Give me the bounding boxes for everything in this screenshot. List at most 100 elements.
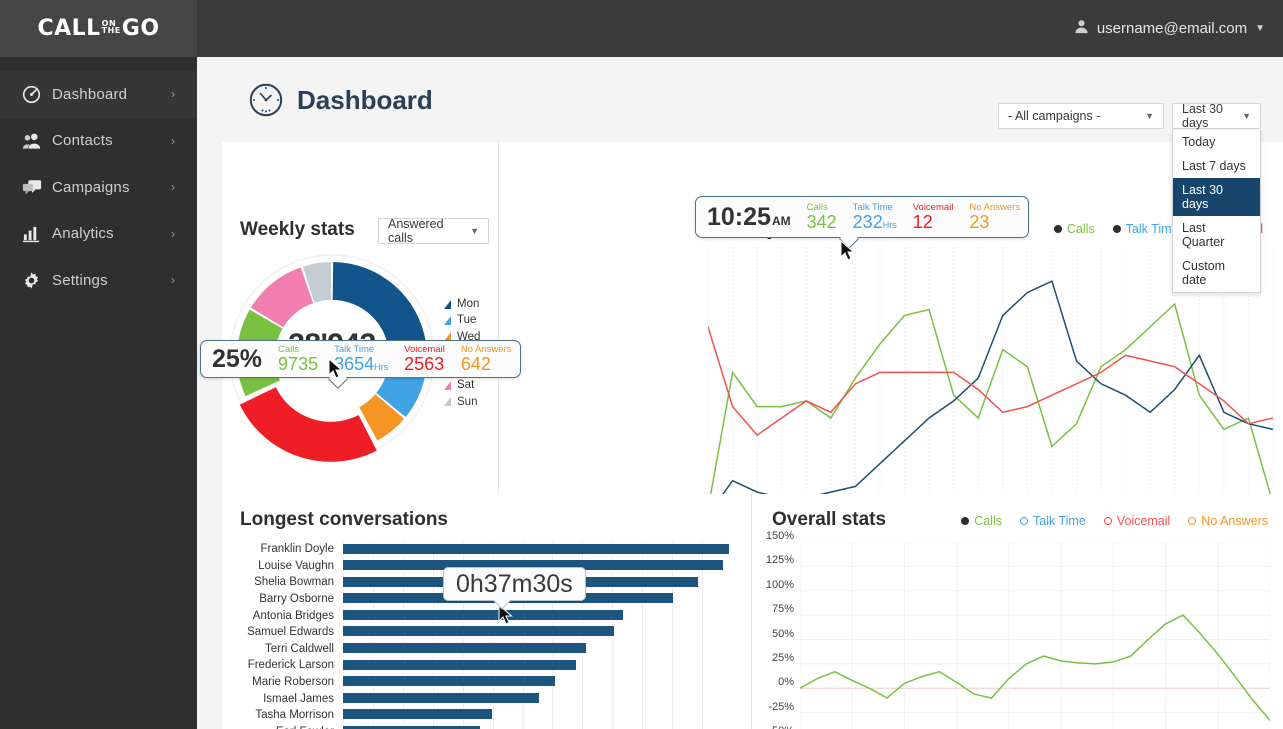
campaign-select[interactable]: - All campaigns - ▼ bbox=[998, 103, 1164, 129]
bar-track bbox=[343, 607, 735, 624]
legend-item[interactable]: Voicemail bbox=[1103, 514, 1171, 528]
overall-legend[interactable]: Calls Talk Time Voicemail No Answers bbox=[961, 514, 1268, 528]
bar-track bbox=[343, 541, 735, 558]
bar-row[interactable]: Ismael James bbox=[240, 690, 735, 707]
overall-y-axis: 150% 125% 100% 75% 50% 25% 0% -25% -50% bbox=[752, 530, 800, 729]
bar-label: Marie Roberson bbox=[252, 676, 334, 689]
legend-label: No Answers bbox=[1201, 514, 1268, 528]
mouse-cursor-icon bbox=[328, 357, 344, 385]
weekly-legend-item[interactable]: Sat bbox=[444, 377, 480, 393]
bar-fill[interactable] bbox=[343, 543, 729, 554]
series-line-talk-time bbox=[707, 280, 1274, 516]
weekly-legend-item[interactable]: Mon bbox=[444, 296, 480, 312]
weekly-legend-label: Tue bbox=[457, 314, 477, 327]
weekly-legend-label: Mon bbox=[457, 298, 480, 310]
bar-label: Franklin Doyle bbox=[260, 543, 335, 556]
bar-fill[interactable] bbox=[343, 709, 493, 720]
overall-svg bbox=[799, 541, 1271, 729]
bar-label: Terri Caldwell bbox=[264, 642, 334, 655]
bar-fill[interactable] bbox=[343, 626, 614, 637]
y-axis-tick: 100% bbox=[765, 578, 794, 591]
bar-row[interactable]: Samuel Edwards bbox=[240, 624, 735, 641]
sidebar-item-analytics[interactable]: Analytics › bbox=[0, 211, 197, 258]
weekly-legend-label: Sun bbox=[457, 395, 478, 408]
user-icon bbox=[1074, 19, 1089, 38]
hourly-tooltip: 10:25 AM Calls 342 Talk Time 232Hrs Voicemail… bbox=[695, 196, 1030, 249]
legend-item[interactable]: Calls bbox=[961, 514, 1002, 528]
date-range-value: Last 30 days bbox=[1182, 102, 1224, 130]
bar-label: Louise Vaughn bbox=[258, 559, 334, 572]
weekly-legend-item[interactable]: Sun bbox=[444, 394, 480, 410]
date-range-option[interactable]: Custom date bbox=[1173, 254, 1260, 292]
date-range-option[interactable]: Today bbox=[1173, 130, 1260, 154]
longest-tooltip-value: 0h37m30s bbox=[456, 569, 573, 598]
legend-dot-icon bbox=[1053, 225, 1062, 233]
bar-fill[interactable] bbox=[343, 692, 539, 703]
weekly-filter-select[interactable]: Answered calls ▼ bbox=[378, 217, 489, 245]
app-logo[interactable]: CALL ON THE GO bbox=[0, 0, 197, 57]
weekly-legend-item[interactable]: Tue bbox=[444, 312, 480, 328]
user-menu[interactable]: username@email.com ▼ bbox=[1074, 0, 1265, 57]
bar-row[interactable]: Frederick Larson bbox=[240, 657, 735, 674]
bar-row[interactable]: Antonia Bridges bbox=[240, 607, 735, 624]
legend-item[interactable]: Talk Time bbox=[1020, 514, 1086, 528]
campaign-select-value: - All campaigns - bbox=[1008, 109, 1101, 123]
longest-conversations-panel: Longest conversations Franklin Doyle Loui… bbox=[222, 494, 752, 729]
overall-line-chart[interactable] bbox=[799, 541, 1271, 729]
legend-item[interactable]: Talk Time bbox=[1112, 222, 1179, 236]
bar-label: Antonia Bridges bbox=[252, 609, 334, 622]
date-range-option[interactable]: Last 7 days bbox=[1173, 154, 1260, 178]
sidebar-label-settings: Settings bbox=[52, 271, 108, 289]
date-range-option[interactable]: Last Quarter bbox=[1173, 216, 1260, 254]
legend-label: Voicemail bbox=[1116, 514, 1171, 528]
bar-fill[interactable] bbox=[343, 676, 555, 687]
weekly-tooltip: 25% Calls 9735 Talk Time 3654Hrs Voicemail 25… bbox=[200, 340, 521, 389]
bar-track bbox=[343, 674, 735, 691]
bar-track bbox=[343, 690, 735, 707]
chevron-right-icon: › bbox=[171, 133, 175, 148]
legend-item[interactable]: No Answers bbox=[1188, 514, 1268, 528]
bar-row[interactable]: Tasha Morrison bbox=[240, 707, 735, 724]
sidebar-item-dashboard[interactable]: Dashboard › bbox=[0, 71, 197, 118]
bar-label: Ismael James bbox=[263, 692, 334, 705]
weekly-filter-value: Answered calls bbox=[388, 217, 444, 245]
sidebar-item-contacts[interactable]: Contacts › bbox=[0, 118, 197, 165]
clock-icon bbox=[249, 83, 283, 117]
bar-chart-icon bbox=[22, 224, 48, 243]
series-line-calls bbox=[799, 614, 1271, 721]
series-line-voicemail bbox=[707, 326, 1274, 437]
date-range-option[interactable]: Last 30 days bbox=[1173, 178, 1260, 216]
logo-go: GO bbox=[121, 16, 160, 41]
header-controls: - All campaigns - ▼ Last 30 days ▼ Today… bbox=[998, 102, 1261, 293]
legend-marker-icon bbox=[444, 381, 451, 391]
sidebar-item-campaigns[interactable]: Campaigns › bbox=[0, 164, 197, 211]
date-range-dropdown[interactable]: Today Last 7 days Last 30 days Last Quarter… bbox=[1172, 130, 1261, 293]
legend-item[interactable]: Calls bbox=[1053, 222, 1095, 236]
chevron-down-icon: ▼ bbox=[1242, 111, 1251, 121]
overall-stats-panel: Overall stats Calls Talk Time Voicemail No … bbox=[752, 494, 1283, 729]
mouse-cursor-icon bbox=[840, 239, 856, 267]
logo-text: CALL ON THE GO bbox=[37, 16, 159, 41]
date-range-select[interactable]: Last 30 days ▼ Today Last 7 days Last 30 d… bbox=[1172, 102, 1261, 293]
y-axis-tick: -50% bbox=[768, 725, 794, 729]
bar-row[interactable]: Earl Fowler bbox=[240, 724, 735, 729]
tooltip-metric: No Answers 23 bbox=[961, 202, 1028, 232]
bar-fill[interactable] bbox=[343, 659, 577, 670]
bar-row[interactable]: Marie Roberson bbox=[240, 674, 735, 691]
bar-fill[interactable] bbox=[343, 643, 586, 654]
page-title-text: Dashboard bbox=[297, 84, 433, 115]
weekly-legend-label: Sat bbox=[457, 379, 475, 392]
tooltip-metric: Voicemail 2563 bbox=[396, 344, 453, 374]
sidebar-item-settings[interactable]: Settings › bbox=[0, 257, 197, 304]
legend-dot-icon bbox=[1020, 517, 1028, 525]
y-axis-tick: 125% bbox=[765, 554, 794, 567]
legend-dot-icon bbox=[1188, 517, 1197, 525]
bar-fill[interactable] bbox=[343, 609, 623, 620]
bar-row[interactable]: Franklin Doyle bbox=[240, 541, 735, 558]
bar-row[interactable]: Terri Caldwell bbox=[240, 641, 735, 658]
legend-label: Calls bbox=[1066, 222, 1095, 236]
chevron-right-icon: › bbox=[171, 87, 175, 102]
sidebar: Dashboard › Contacts › Campaigns › Analy… bbox=[0, 57, 197, 729]
username-label: username@email.com bbox=[1096, 20, 1248, 37]
bar-track bbox=[343, 707, 735, 724]
